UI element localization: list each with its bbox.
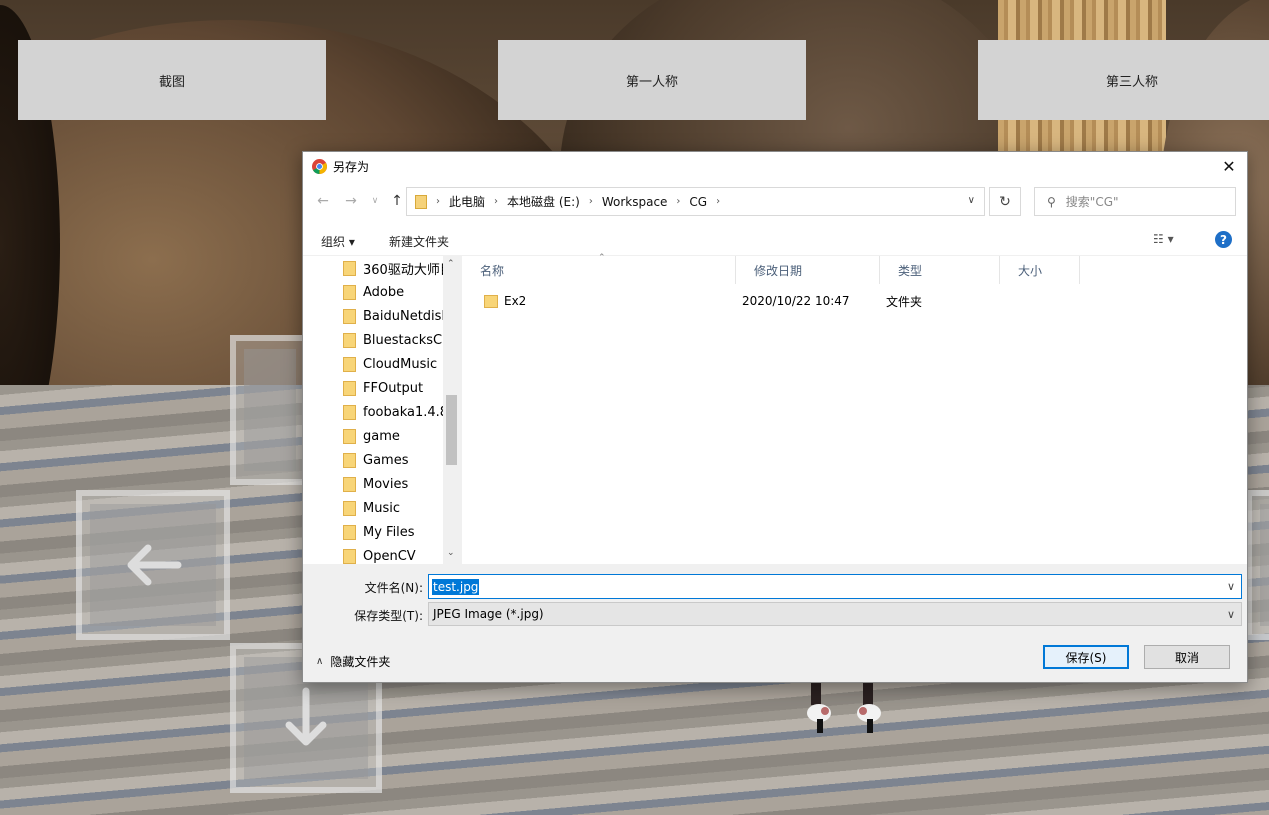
tree-item[interactable]: 360驱动大师目录 xyxy=(343,256,443,280)
recent-dropdown-icon[interactable]: ∨ xyxy=(367,193,383,209)
chevron-right-icon: › xyxy=(436,196,440,207)
tree-item[interactable]: game xyxy=(343,424,443,448)
tree-item[interactable]: foobaka1.4.8 xyxy=(343,400,443,424)
refresh-button[interactable]: ↻ xyxy=(989,187,1021,216)
arrow-left-icon xyxy=(127,544,182,586)
folder-icon xyxy=(484,294,498,308)
folder-icon xyxy=(343,524,356,540)
folder-icon xyxy=(415,194,427,209)
folder-icon xyxy=(343,284,356,300)
chevron-up-icon: ∧ xyxy=(316,656,324,667)
tree-item[interactable]: My Files xyxy=(343,520,443,544)
view-options-icon[interactable]: ☷ ▾ xyxy=(1153,232,1174,246)
folder-icon xyxy=(343,260,356,276)
chevron-down-icon[interactable]: ∨ xyxy=(1227,608,1235,621)
folder-tree: 360驱动大师目录 Adobe BaiduNetdisk BluestacksC… xyxy=(303,256,459,564)
close-icon[interactable]: ✕ xyxy=(1219,156,1239,176)
character-feet xyxy=(807,683,881,733)
tree-item[interactable]: Adobe xyxy=(343,280,443,304)
column-header-name[interactable]: 名称 xyxy=(462,256,736,284)
tree-item[interactable]: OpenCV xyxy=(343,544,443,564)
file-modified: 2020/10/22 10:47 xyxy=(742,294,850,308)
breadcrumb-workspace[interactable]: Workspace xyxy=(602,195,668,209)
chevron-right-icon: › xyxy=(494,196,499,207)
scrollbar-thumb[interactable] xyxy=(446,395,457,465)
chevron-down-icon[interactable]: ∨ xyxy=(968,195,975,206)
dialog-titlebar: 另存为 ✕ xyxy=(303,152,1247,180)
breadcrumb-cg[interactable]: CG xyxy=(689,195,707,209)
tree-item[interactable]: BluestacksCN xyxy=(343,328,443,352)
folder-icon xyxy=(343,500,356,516)
folder-icon xyxy=(343,356,356,372)
tree-item[interactable]: CloudMusic xyxy=(343,352,443,376)
dialog-title: 另存为 xyxy=(333,159,370,174)
dpad-up-button[interactable] xyxy=(230,335,310,485)
search-icon: ⚲ xyxy=(1047,194,1056,209)
folder-icon xyxy=(343,332,356,348)
folder-icon xyxy=(343,404,356,420)
navigation-bar: ← → ∨ ↑ › 此电脑 › 本地磁盘 (E:) › Workspace › CG ›… xyxy=(303,180,1247,222)
filetype-value: JPEG Image (*.jpg) xyxy=(433,607,544,621)
file-list: ⌃ 名称 修改日期 类型 大小 Ex2 2020/10/22 10:47 文件夹 xyxy=(462,253,1247,564)
dialog-footer: 文件名(N): test.jpg ∨ 保存类型(T): JPEG Image (… xyxy=(303,564,1247,682)
new-folder-button[interactable]: 新建文件夹 xyxy=(389,233,449,250)
help-icon[interactable]: ? xyxy=(1215,231,1232,248)
filetype-select[interactable]: JPEG Image (*.jpg) ∨ xyxy=(428,602,1242,626)
folder-icon xyxy=(343,452,356,468)
folder-icon xyxy=(343,548,356,564)
breadcrumb-this-pc[interactable]: 此电脑 xyxy=(449,193,485,210)
filetype-label: 保存类型(T): xyxy=(354,609,423,623)
folder-icon xyxy=(343,428,356,444)
search-placeholder: 搜索"CG" xyxy=(1065,195,1119,209)
filename-input[interactable]: test.jpg ∨ xyxy=(428,574,1242,599)
file-type: 文件夹 xyxy=(886,294,923,309)
dialog-toolbar: 组织 ▾ 新建文件夹 ☷ ▾ ? xyxy=(303,222,1247,256)
column-header-size[interactable]: 大小 xyxy=(1000,256,1080,284)
tree-item[interactable]: Music xyxy=(343,496,443,520)
refresh-icon: ↻ xyxy=(999,193,1011,210)
folder-icon xyxy=(343,380,356,396)
breadcrumb-drive[interactable]: 本地磁盘 (E:) xyxy=(507,193,580,210)
save-button[interactable]: 保存(S) xyxy=(1043,645,1129,669)
tree-scrollbar[interactable]: ⌃ ⌄ xyxy=(443,256,460,564)
file-name: Ex2 xyxy=(504,294,527,308)
back-arrow-icon[interactable]: ← xyxy=(315,193,331,209)
first-person-button[interactable]: 第一人称 xyxy=(498,40,806,120)
organize-menu[interactable]: 组织 ▾ xyxy=(321,233,355,250)
dpad-right-button[interactable] xyxy=(1246,490,1269,640)
chevron-down-icon[interactable]: ∨ xyxy=(1227,580,1235,593)
column-header-type[interactable]: 类型 xyxy=(880,256,1000,284)
screenshot-button[interactable]: 截图 xyxy=(18,40,326,120)
column-header-modified[interactable]: 修改日期 xyxy=(736,256,880,284)
hide-folders-toggle[interactable]: ∧ 隐藏文件夹 xyxy=(316,653,390,670)
chevron-right-icon: › xyxy=(676,196,681,207)
forward-arrow-icon[interactable]: → xyxy=(343,193,359,209)
hide-folders-label: 隐藏文件夹 xyxy=(330,655,391,669)
tree-item[interactable]: FFOutput xyxy=(343,376,443,400)
third-person-button[interactable]: 第三人称 xyxy=(978,40,1269,120)
cancel-button[interactable]: 取消 xyxy=(1144,645,1230,669)
tree-item[interactable]: BaiduNetdisk xyxy=(343,304,443,328)
chevron-right-icon[interactable]: › xyxy=(716,196,720,207)
scroll-up-icon[interactable]: ⌃ xyxy=(447,259,455,269)
dpad-left-button[interactable] xyxy=(76,490,230,640)
tree-item[interactable]: Movies xyxy=(343,472,443,496)
chrome-icon xyxy=(312,158,327,174)
folder-icon xyxy=(343,308,356,324)
folder-icon xyxy=(343,476,356,492)
scroll-down-icon[interactable]: ⌄ xyxy=(447,548,455,558)
filename-value: test.jpg xyxy=(432,578,480,595)
chevron-right-icon: › xyxy=(588,196,593,207)
tree-item[interactable]: Games xyxy=(343,448,443,472)
save-as-dialog: 另存为 ✕ ← → ∨ ↑ › 此电脑 › 本地磁盘 (E:) › Workspace… xyxy=(302,151,1248,683)
up-arrow-icon[interactable]: ↑ xyxy=(389,193,405,209)
arrow-down-icon xyxy=(285,687,327,746)
file-row[interactable]: Ex2 xyxy=(484,290,526,312)
search-input[interactable]: ⚲ 搜索"CG" xyxy=(1034,187,1236,216)
filename-label: 文件名(N): xyxy=(364,581,423,595)
address-bar[interactable]: › 此电脑 › 本地磁盘 (E:) › Workspace › CG › ∨ xyxy=(406,187,985,216)
